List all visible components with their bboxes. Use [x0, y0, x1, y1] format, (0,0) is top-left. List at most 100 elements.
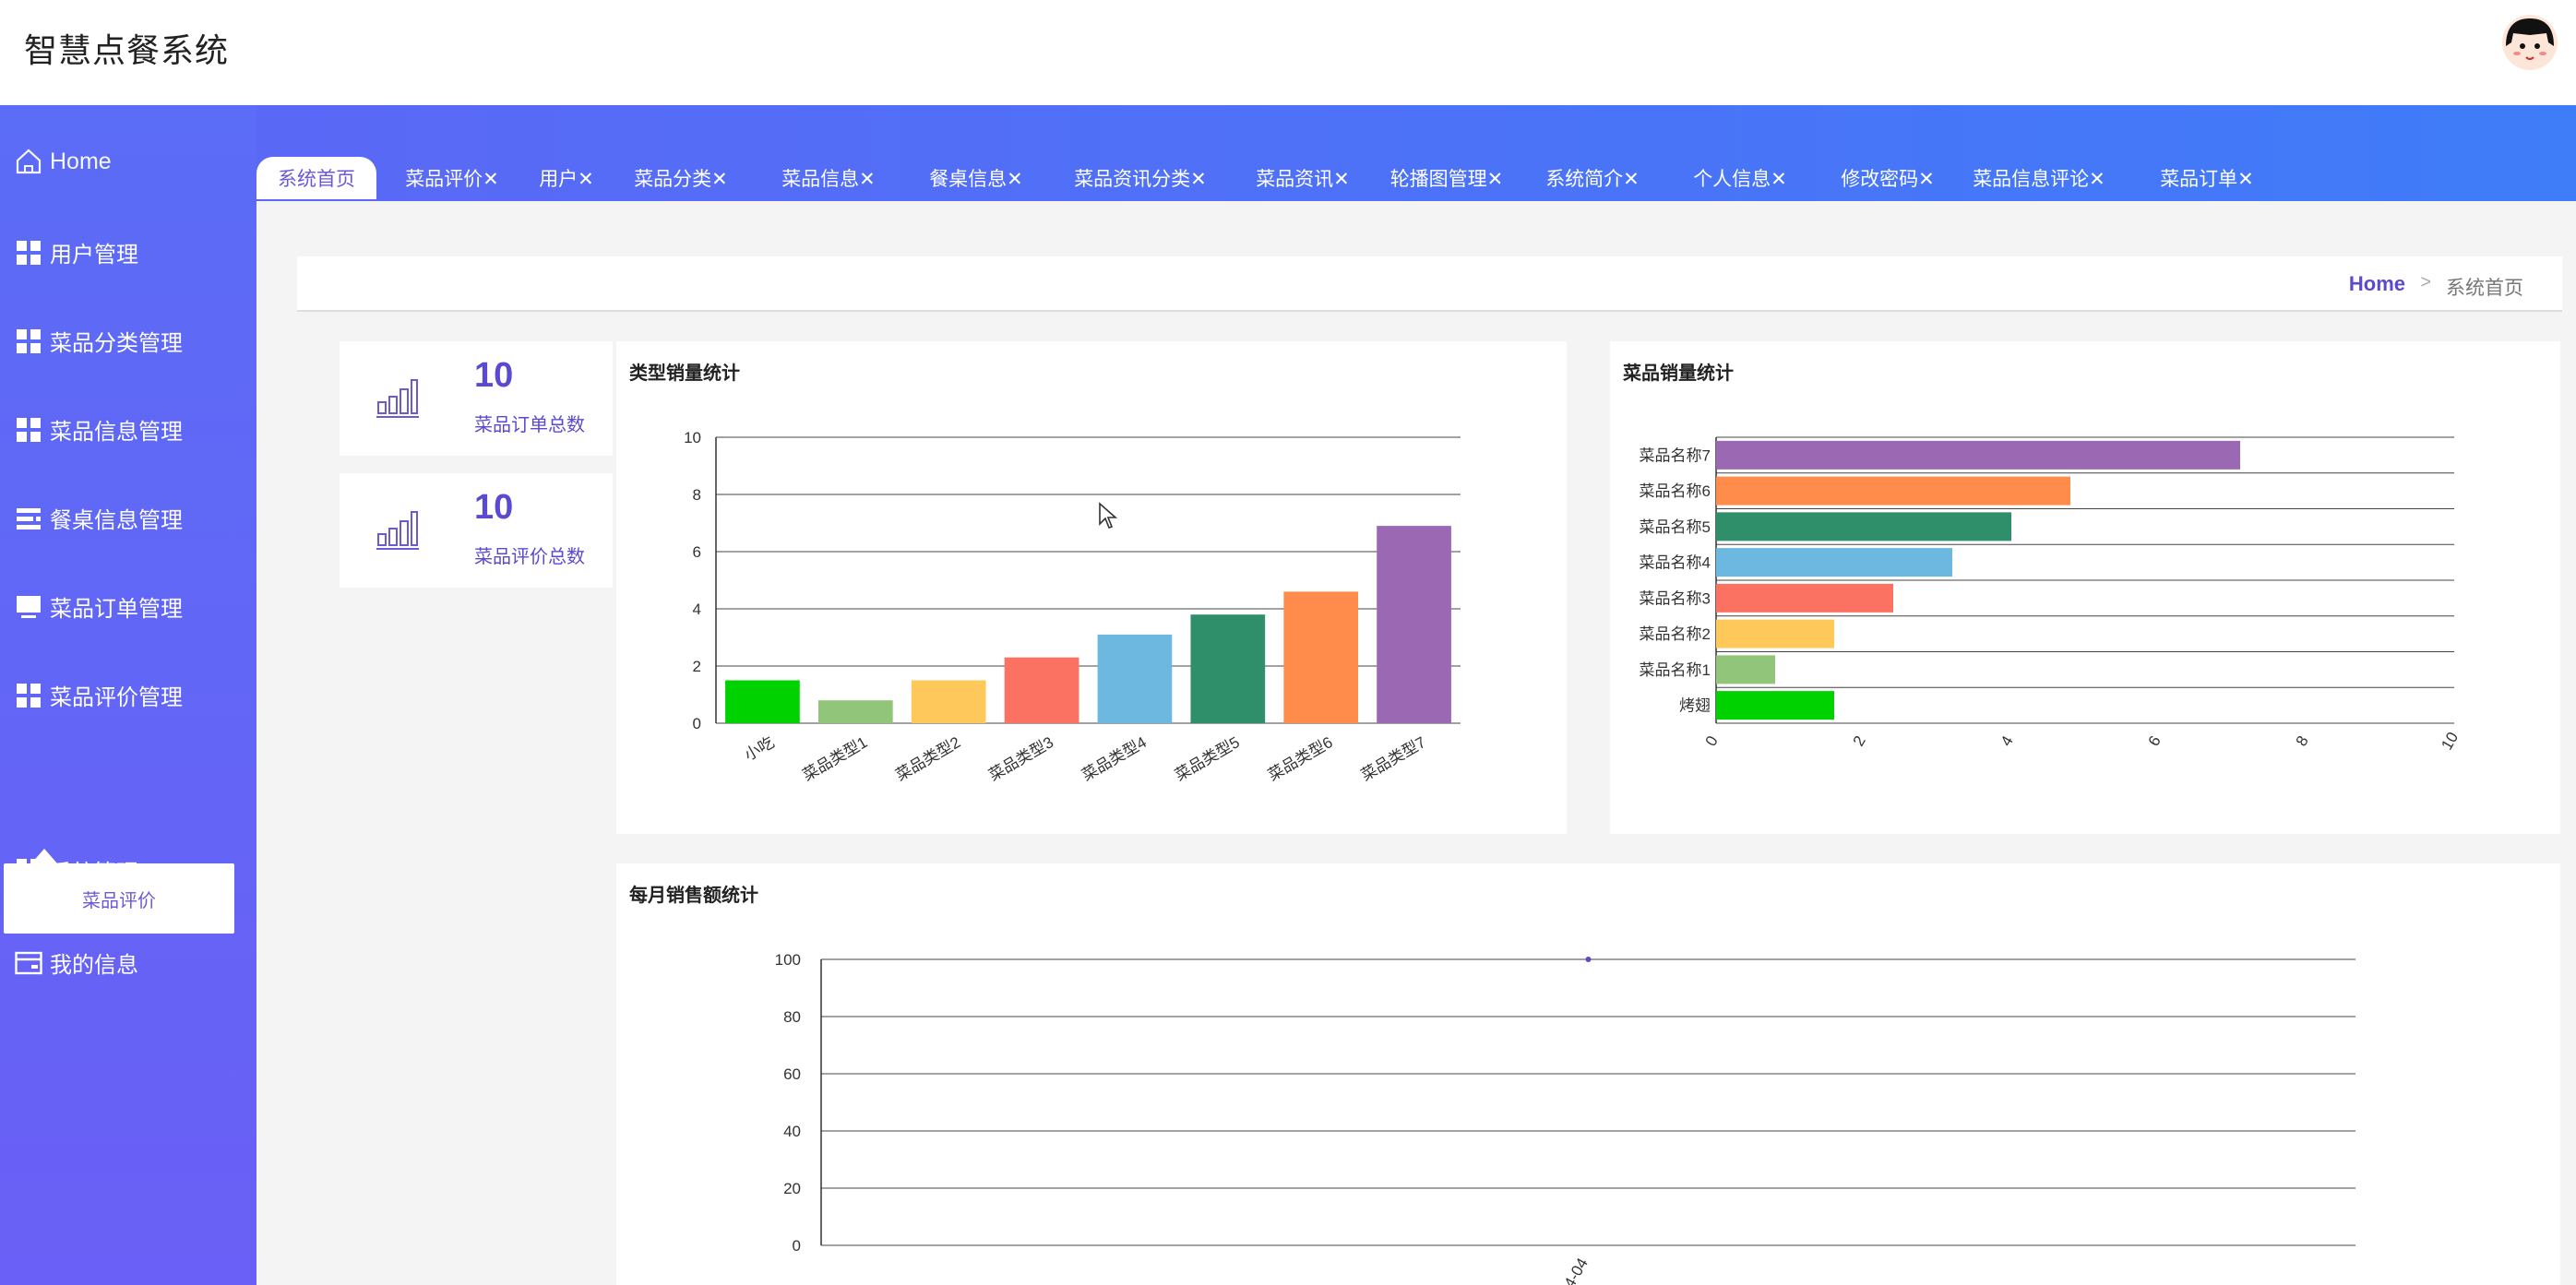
breadcrumb: Home > 系统首页: [297, 256, 2562, 312]
sidebar-item-label: 菜品订单管理: [50, 597, 183, 622]
y-tick-label: 8: [693, 486, 701, 504]
sidebar-item-dish-category-management[interactable]: 菜品分类管理: [15, 325, 183, 357]
app-title: 智慧点餐系统: [24, 31, 230, 69]
sidebar-item-user-management[interactable]: 用户管理: [15, 236, 138, 268]
tab-change-password[interactable]: 修改密码✕: [1831, 157, 1945, 199]
bar: [1283, 591, 1359, 723]
y-tick-label: 6: [693, 543, 701, 561]
x-tick-label: 菜品类型6: [1265, 733, 1336, 784]
monthly-sales-chart-panel: 每月销售额统计 0 20 40 60 80 100 4-04: [616, 863, 2560, 1285]
bar: [1716, 655, 1775, 684]
avatar-icon: [2502, 15, 2558, 70]
x-tick-label: 2: [1850, 732, 1869, 749]
sidebar-item-dish-info-management[interactable]: 菜品信息管理: [15, 413, 183, 446]
bar: [1004, 657, 1079, 723]
sidebar-item-dish-order-management[interactable]: 菜品订单管理: [15, 590, 183, 623]
breadcrumb-separator: >: [2420, 272, 2431, 292]
x-tick-label: 菜品类型2: [893, 733, 964, 784]
tab-dish-category[interactable]: 菜品分类✕: [624, 157, 738, 199]
tab-bar: 系统首页 菜品评价✕ 用户✕ 菜品分类✕ 菜品信息✕ 餐桌信息✕ 菜品资讯分类✕…: [256, 105, 2576, 201]
list-icon: [15, 505, 42, 532]
y-tick-label: 0: [693, 715, 701, 732]
sidebar-item-system-management[interactable]: 系统管理: [15, 854, 138, 886]
stat-card-reviews: 10 菜品评价总数: [340, 473, 613, 588]
tab-system-home[interactable]: 系统首页: [256, 157, 376, 199]
tab-personal-info[interactable]: 个人信息✕: [1683, 157, 1797, 199]
sidebar-item-label: 我的信息: [50, 953, 138, 978]
sidebar-item-home[interactable]: Home: [15, 148, 112, 175]
home-icon: [15, 148, 42, 175]
y-tick-label: 菜品名称5: [1640, 518, 1711, 536]
x-tick-label: 8: [2293, 732, 2312, 749]
sidebar-item-label: 用户管理: [50, 243, 138, 268]
bar: [1716, 691, 1834, 720]
monthly-sales-chart: 0 20 40 60 80 100 4-04: [775, 951, 2355, 1285]
tab-dish-info-comments[interactable]: 菜品信息评论✕: [1960, 157, 2118, 199]
bar: [1716, 476, 2070, 506]
tab-table-info[interactable]: 餐桌信息✕: [919, 157, 1033, 199]
bar-chart-icon: [376, 378, 419, 423]
tab-user[interactable]: 用户✕: [530, 157, 603, 199]
sidebar-item-label: Home: [50, 148, 112, 174]
dish-sales-chart-panel: 菜品销量统计 烤翅 菜品名称1 菜品名称2 菜品名称3 菜品名称4 菜品名称5 菜品名称6 菜…: [1610, 341, 2560, 834]
breadcrumb-home-link[interactable]: Home: [2349, 272, 2405, 296]
y-tick-label: 菜品名称6: [1640, 482, 1711, 500]
x-tick-label: 菜品类型7: [1358, 733, 1429, 784]
y-tick-label: 0: [793, 1237, 801, 1255]
stat-value: 10: [474, 356, 514, 395]
bar: [1716, 583, 1893, 613]
x-tick-label: 菜品类型4: [1079, 733, 1150, 784]
x-tick-label: 4-04: [1560, 1255, 1591, 1285]
avatar[interactable]: [2502, 15, 2558, 70]
bar: [1190, 614, 1266, 723]
grid-icon: [15, 857, 42, 885]
category-sales-chart: 0 2 4 6 8 10 小吃 菜品类型1 菜品类型2 菜品类型3 菜品类型4 菜品类型5 菜品类型6 菜…: [684, 429, 1461, 784]
y-tick-label: 菜品名称3: [1640, 589, 1711, 607]
category-sales-chart-panel: 类型销量统计 0 2 4 6 8 10 小吃 菜品类型1 菜品类型2 菜品类型3 菜品类型4 菜品类型…: [616, 341, 1567, 834]
bar: [1097, 634, 1173, 723]
dish-sales-chart: 烤翅 菜品名称1 菜品名称2 菜品名称3 菜品名称4 菜品名称5 菜品名称6 菜品名称7 0 2 4…: [1640, 436, 2462, 753]
x-tick-label: 4: [1998, 732, 2017, 749]
x-tick-label: 菜品类型1: [800, 733, 871, 784]
sidebar: Home 用户管理 菜品分类管理 菜品信息管理 餐桌信息管理 菜品订单管理 菜品…: [0, 105, 256, 1285]
y-tick-label: 60: [783, 1065, 801, 1083]
y-tick-label: 80: [783, 1008, 801, 1026]
y-tick-label: 100: [775, 951, 801, 969]
bar-chart-icon: [376, 510, 419, 555]
sidebar-item-label: 菜品信息管理: [50, 420, 183, 445]
y-tick-label: 菜品名称2: [1640, 625, 1711, 643]
sidebar-item-my-info[interactable]: 我的信息: [15, 946, 138, 979]
monitor-icon: [15, 593, 42, 621]
tab-dish-order[interactable]: 菜品订单✕: [2150, 157, 2264, 199]
sidebar-item-label: 菜品评价管理: [50, 685, 183, 710]
x-tick-label: 小吃: [741, 733, 777, 764]
y-tick-label: 烤翅: [1679, 697, 1711, 715]
tab-carousel-management[interactable]: 轮播图管理✕: [1378, 157, 1515, 199]
y-tick-label: 4: [693, 601, 701, 618]
grid-icon: [15, 416, 42, 444]
x-tick-label: 菜品类型3: [985, 733, 1056, 784]
grid-icon: [15, 327, 42, 355]
tab-dish-news-category[interactable]: 菜品资讯分类✕: [1061, 157, 1220, 199]
y-tick-label: 菜品名称7: [1640, 446, 1711, 464]
bar: [1377, 526, 1451, 723]
tab-dish-news[interactable]: 菜品资讯✕: [1246, 157, 1360, 199]
bar: [1716, 619, 1834, 648]
mouse-cursor-icon: [1099, 502, 1118, 529]
x-tick-label: 6: [2145, 732, 2165, 749]
sidebar-item-dish-review-management[interactable]: 菜品评价管理: [15, 679, 183, 711]
tab-dish-review[interactable]: 菜品评价✕: [395, 157, 509, 199]
y-tick-label: 20: [783, 1180, 801, 1197]
y-tick-label: 10: [684, 429, 701, 446]
bar: [1716, 548, 1952, 577]
breadcrumb-current: 系统首页: [2446, 278, 2523, 299]
tab-system-intro[interactable]: 系统简介✕: [1535, 157, 1650, 199]
tab-dish-info[interactable]: 菜品信息✕: [771, 157, 886, 199]
bar: [725, 680, 800, 723]
sidebar-item-table-info-management[interactable]: 餐桌信息管理: [15, 502, 183, 534]
stat-value: 10: [474, 488, 514, 527]
x-tick-label: 菜品类型5: [1172, 733, 1243, 784]
bar: [1716, 512, 2011, 541]
grid-icon: [15, 239, 42, 267]
bar: [1716, 440, 2240, 470]
